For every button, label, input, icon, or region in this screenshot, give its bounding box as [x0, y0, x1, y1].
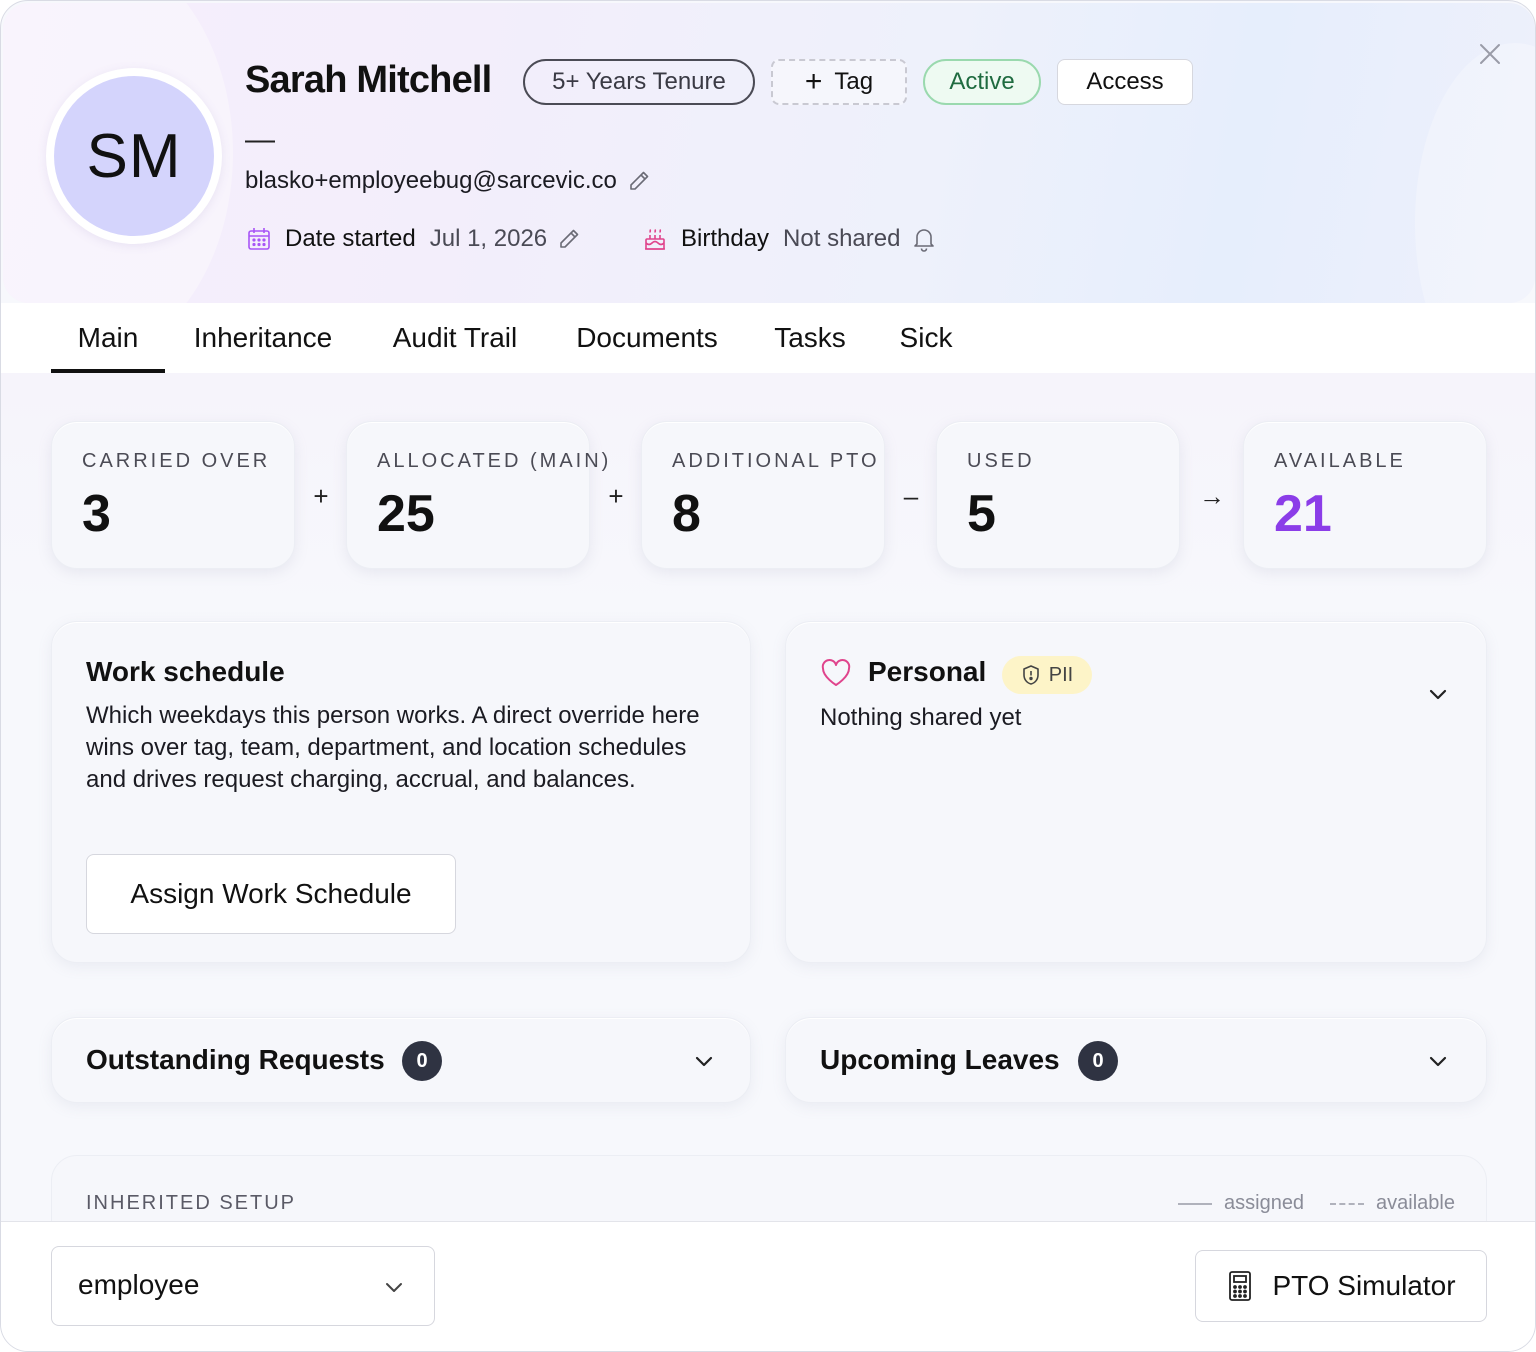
stat-value: 21 — [1274, 485, 1332, 543]
email-text: blasko+employeebug@sarcevic.co — [245, 167, 617, 194]
birthday-label: Birthday — [681, 225, 770, 252]
role-select-value: employee — [78, 1269, 200, 1300]
stat-value: 8 — [672, 485, 701, 543]
date-started-value: Jul 1, 2026 — [429, 225, 548, 252]
stat-value: 25 — [377, 485, 435, 543]
tab-inheritance[interactable]: Inheritance — [175, 303, 351, 373]
work-schedule-title: Work schedule — [86, 656, 285, 687]
stat-label: AVAILABLE — [1274, 450, 1406, 472]
pii-badge: PII — [1002, 656, 1092, 694]
legend-assigned: assigned — [1178, 1192, 1304, 1215]
arrow-operator: → — [1199, 481, 1225, 511]
close-icon[interactable] — [1475, 39, 1505, 69]
role-select[interactable]: employee — [51, 1246, 435, 1326]
stat-label: ALLOCATED (MAIN) — [377, 450, 612, 472]
upcoming-leaves-count: 0 — [1078, 1041, 1118, 1081]
stat-label: ADDITIONAL PTO — [672, 450, 880, 472]
employee-name: Sarah Mitchell — [245, 59, 492, 101]
main-content: CARRIED OVER 3 + ALLOCATED (MAIN) 25 + A… — [1, 373, 1535, 1275]
job-title-placeholder: — — [245, 123, 275, 156]
assign-work-schedule-button[interactable]: Assign Work Schedule — [86, 854, 456, 934]
plus-operator: + — [313, 481, 329, 511]
available-card: AVAILABLE 21 — [1243, 421, 1487, 569]
birthday-value: Not shared — [783, 225, 901, 252]
email-row: blasko+employeebug@sarcevic.co — [245, 167, 651, 195]
add-tag-label: Tag — [834, 68, 874, 95]
calendar-icon — [248, 228, 270, 250]
pencil-icon[interactable] — [627, 169, 651, 193]
inherited-setup-title: INHERITED SETUP — [86, 1192, 297, 1214]
stat-label: CARRIED OVER — [82, 450, 271, 472]
personal-card[interactable]: Personal PII Nothing shared yet — [785, 621, 1487, 963]
work-schedule-description: Which weekdays this person works. A dire… — [86, 702, 700, 793]
allocated-card: ALLOCATED (MAIN) 25 — [346, 421, 608, 569]
solid-line-swatch — [1178, 1202, 1212, 1205]
tab-documents[interactable]: Documents — [559, 303, 735, 373]
employee-modal: SM Sarah Mitchell 5+ Years Tenure + Tag … — [0, 0, 1536, 1352]
tab-audit-trail[interactable]: Audit Trail — [375, 303, 535, 373]
modal-footer: employee PTO Simulator — [1, 1221, 1535, 1351]
outstanding-requests-title: Outstanding Requests — [86, 1044, 385, 1075]
personal-title: Personal — [868, 656, 987, 687]
plus-operator: + — [608, 481, 624, 511]
chevron-down-icon[interactable] — [692, 1049, 716, 1073]
plus-icon: + — [804, 65, 823, 98]
profile-header: SM Sarah Mitchell 5+ Years Tenure + Tag … — [3, 3, 1535, 303]
pencil-icon[interactable] — [557, 227, 581, 251]
outstanding-requests-count: 0 — [402, 1041, 442, 1081]
stat-label: USED — [967, 450, 1035, 472]
avatar: SM — [46, 68, 222, 244]
tenure-badge: 5+ Years Tenure — [523, 59, 755, 105]
status-badge[interactable]: Active — [923, 59, 1041, 105]
pto-simulator-label: PTO Simulator — [1272, 1270, 1456, 1301]
tab-bar: Main Inheritance Audit Trail Documents T… — [1, 303, 1535, 373]
stat-value: 3 — [82, 485, 111, 543]
avatar-initials: SM — [54, 76, 214, 236]
stat-value: 5 — [967, 485, 996, 543]
add-tag-button[interactable]: + Tag — [771, 59, 907, 105]
chevron-down-icon[interactable] — [1426, 1049, 1450, 1073]
shield-icon — [1022, 665, 1039, 685]
bell-icon[interactable] — [910, 225, 938, 253]
access-button[interactable]: Access — [1057, 59, 1193, 105]
used-card: USED 5 — [936, 421, 1180, 569]
additional-pto-card: ADDITIONAL PTO 8 — [641, 421, 885, 569]
upcoming-leaves-card[interactable]: Upcoming Leaves 0 — [785, 1017, 1487, 1103]
minus-operator: – — [903, 481, 919, 511]
dashed-line-swatch — [1330, 1202, 1364, 1205]
legend-available-label: available — [1376, 1192, 1455, 1214]
pto-simulator-button[interactable]: PTO Simulator — [1195, 1250, 1487, 1322]
legend-available: available — [1330, 1192, 1455, 1215]
tab-sick[interactable]: Sick — [885, 303, 967, 373]
birthday-row: Birthday Not shared — [641, 225, 938, 253]
carried-over-card: CARRIED OVER 3 — [51, 421, 295, 569]
cake-icon — [645, 229, 665, 250]
calculator-icon — [1229, 1271, 1252, 1301]
legend-assigned-label: assigned — [1224, 1192, 1305, 1214]
outstanding-requests-card[interactable]: Outstanding Requests 0 — [51, 1017, 751, 1103]
tab-tasks[interactable]: Tasks — [759, 303, 861, 373]
pii-label: PII — [1048, 663, 1074, 686]
personal-empty-text: Nothing shared yet — [820, 704, 1022, 731]
date-started-row: Date started Jul 1, 2026 — [245, 225, 581, 253]
heart-icon — [821, 659, 851, 686]
tab-main[interactable]: Main — [51, 303, 165, 373]
date-started-label: Date started — [285, 225, 416, 252]
upcoming-leaves-title: Upcoming Leaves — [820, 1044, 1060, 1075]
work-schedule-card: Work schedule Which weekdays this person… — [51, 621, 751, 963]
chevron-down-icon — [386, 1283, 402, 1292]
chevron-down-icon[interactable] — [1426, 682, 1450, 706]
